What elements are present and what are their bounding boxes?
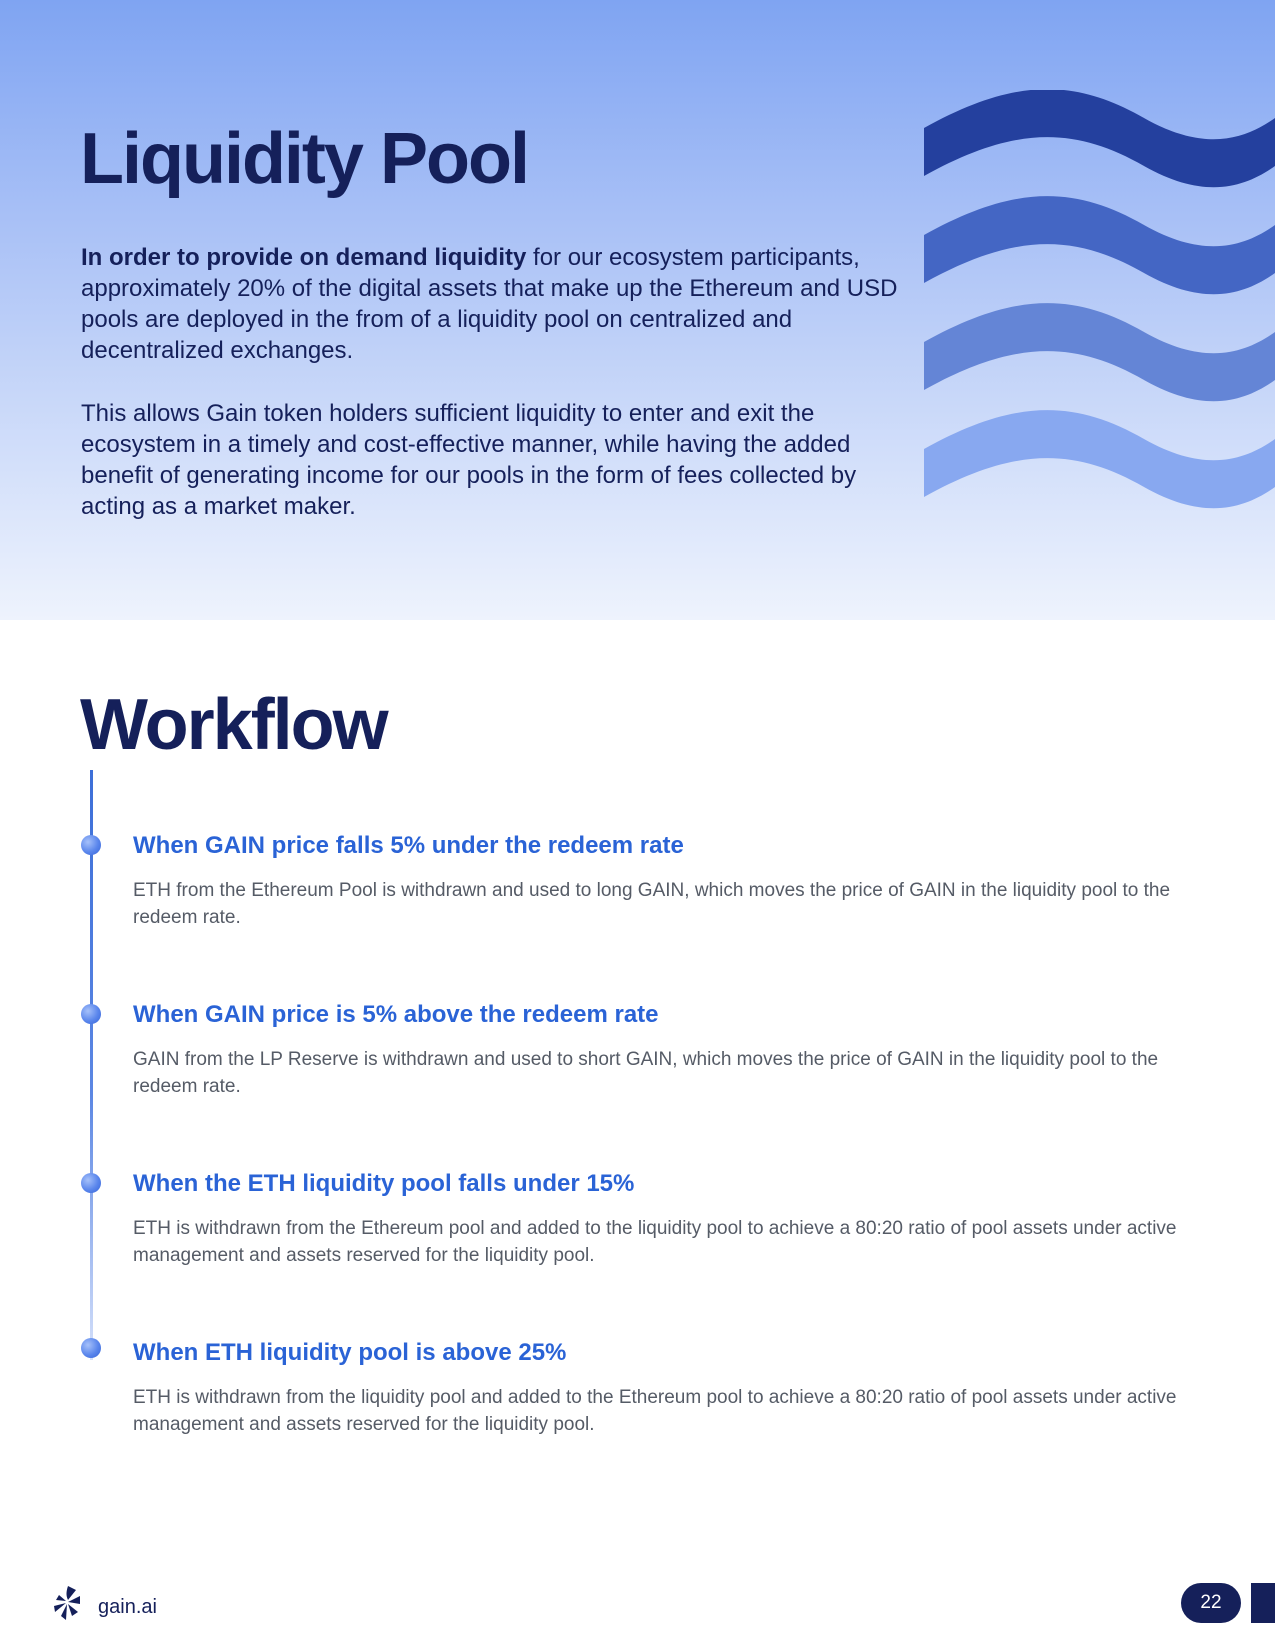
timeline-dot — [81, 835, 101, 855]
step-text: ETH is withdrawn from the Ethereum pool … — [133, 1218, 1177, 1266]
page-title: Liquidity Pool — [80, 119, 530, 199]
gain-logo-icon — [54, 1586, 80, 1620]
workflow-title: Workflow — [80, 685, 389, 765]
timeline-dot — [81, 1338, 101, 1358]
footer-brand[interactable]: gain.ai — [98, 1596, 157, 1619]
step-title: When the ETH liquidity pool falls under … — [133, 1170, 635, 1197]
wave-4 — [924, 410, 1275, 509]
timeline-dot — [81, 1004, 101, 1024]
step-text: ETH from the Ethereum Pool is withdrawn … — [133, 880, 1171, 928]
step-title: When GAIN price is 5% above the redeem r… — [133, 1001, 659, 1028]
step-text: ETH is withdrawn from the liquidity pool… — [133, 1387, 1177, 1435]
wave-3 — [924, 303, 1275, 402]
timeline-line — [90, 770, 93, 1360]
page-edge-tab — [1251, 1583, 1275, 1623]
intro-emphasis: In order to provide on demand liquidity — [81, 244, 527, 271]
timeline-dot — [81, 1173, 101, 1193]
benefit-paragraph: This allows Gain token holders sufficien… — [81, 400, 857, 520]
hero-section: Liquidity Pool In order to provide on de… — [0, 0, 1275, 620]
wave-2 — [924, 196, 1275, 295]
intro-paragraph: In order to provide on demand liquidity … — [81, 242, 921, 366]
waves-illustration — [924, 90, 1275, 509]
page-number: 22 — [1181, 1583, 1241, 1623]
step-title: When ETH liquidity pool is above 25% — [133, 1339, 567, 1366]
step-text: GAIN from the LP Reserve is withdrawn an… — [133, 1049, 1159, 1097]
step-title: When GAIN price falls 5% under the redee… — [133, 832, 684, 859]
wave-1 — [924, 90, 1275, 188]
